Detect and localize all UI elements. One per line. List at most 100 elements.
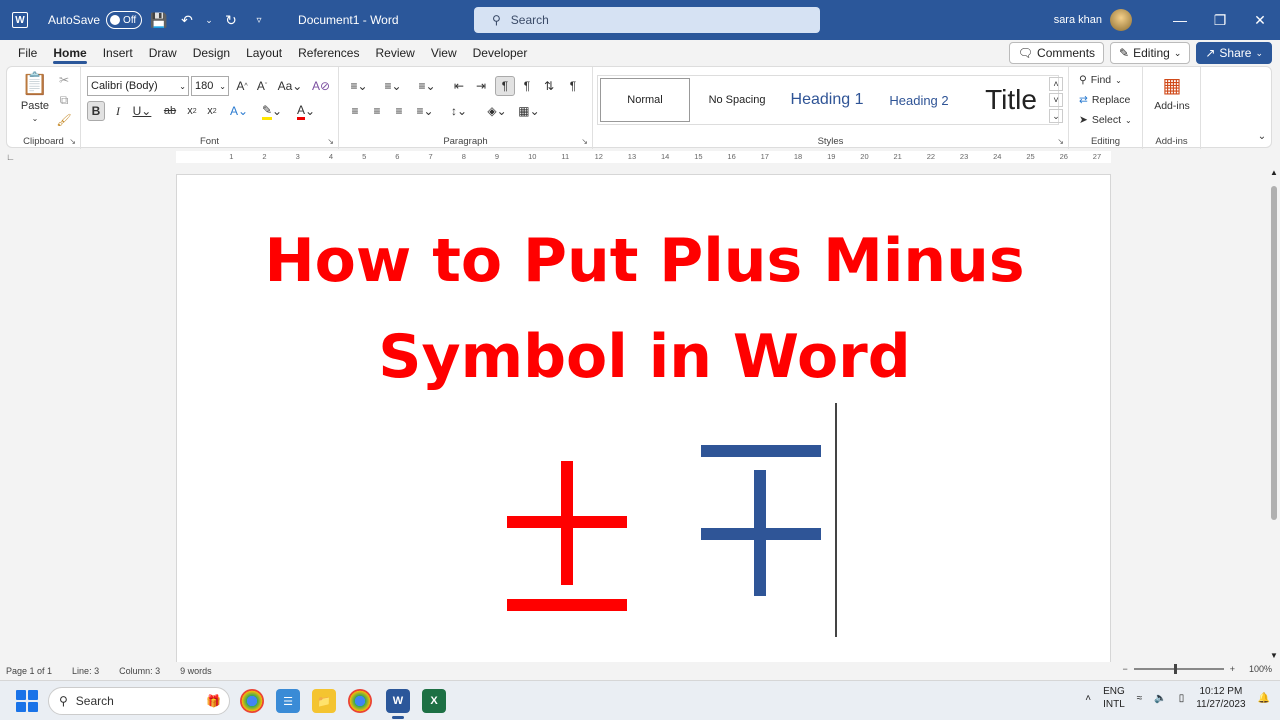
shading-icon[interactable]: ◈⌄ bbox=[483, 101, 511, 121]
clock[interactable]: 10:12 PM 11/27/2023 bbox=[1196, 685, 1245, 711]
styles-more-icon[interactable]: ⌄ bbox=[1049, 109, 1063, 123]
style-title[interactable]: Title bbox=[964, 78, 1058, 122]
zoom-in-icon[interactable]: + bbox=[1230, 664, 1235, 674]
clipboard-launcher-icon[interactable]: ↘ bbox=[69, 137, 76, 146]
tab-home[interactable]: Home bbox=[45, 40, 94, 66]
customize-quick-access-icon[interactable]: ▿ bbox=[248, 15, 270, 26]
font-family-select[interactable]: Calibri (Body) ⌄ bbox=[87, 76, 189, 96]
tab-developer[interactable]: Developer bbox=[465, 40, 536, 66]
addins-icon[interactable]: ▦ bbox=[1159, 73, 1185, 97]
zoom-out-icon[interactable]: − bbox=[1122, 664, 1127, 674]
tab-references[interactable]: References bbox=[290, 40, 367, 66]
sort-icon[interactable]: ⇅ bbox=[539, 76, 559, 96]
paste-button[interactable]: Paste bbox=[15, 99, 55, 113]
windows-start-icon[interactable] bbox=[16, 690, 38, 712]
editing-mode-button[interactable]: ✎ Editing ⌄ bbox=[1110, 42, 1191, 64]
underline-button[interactable]: U⌄ bbox=[129, 101, 155, 121]
strikethrough-button[interactable]: ab bbox=[159, 101, 181, 121]
file-explorer-icon[interactable]: 📁 bbox=[312, 689, 336, 713]
tab-review[interactable]: Review bbox=[367, 40, 422, 66]
select-button[interactable]: ➤ Select ⌄ bbox=[1079, 111, 1141, 129]
borders-icon[interactable]: ▦⌄ bbox=[515, 101, 543, 121]
status-line[interactable]: Line: 3 bbox=[72, 666, 99, 676]
search-box[interactable]: ⚲ Search bbox=[474, 7, 820, 33]
text-effects-icon[interactable]: A⌄ bbox=[225, 101, 253, 121]
word-taskbar-icon[interactable]: W bbox=[386, 689, 410, 713]
autosave-toggle[interactable]: Off bbox=[106, 11, 143, 29]
tab-view[interactable]: View bbox=[423, 40, 465, 66]
restore-icon[interactable]: ❐ bbox=[1200, 12, 1240, 29]
horizontal-ruler[interactable]: 1 2 3 4 5 6 7 8 9 10 11 12 13 14 15 16 17 18 19 20 21 22 23 24 2… bbox=[176, 151, 1111, 163]
tab-draw[interactable]: Draw bbox=[141, 40, 185, 66]
share-button[interactable]: ↗ Share ⌄ bbox=[1196, 42, 1272, 64]
minus-plus-symbol[interactable] bbox=[699, 443, 823, 603]
styles-scroll-up-icon[interactable]: ˄ bbox=[1049, 77, 1063, 91]
font-size-select[interactable]: 180 ⌄ bbox=[191, 76, 229, 96]
style-no-spacing[interactable]: No Spacing bbox=[694, 78, 780, 122]
notifications-icon[interactable]: 🔔 bbox=[1258, 693, 1270, 704]
highlight-icon[interactable]: ✎ ⌄ bbox=[257, 101, 287, 121]
zoom-level[interactable]: 100% bbox=[1249, 664, 1272, 674]
format-painter-icon[interactable]: 🖌 bbox=[55, 111, 73, 129]
style-heading-2[interactable]: Heading 2 bbox=[874, 78, 964, 122]
style-normal[interactable]: Normal bbox=[600, 78, 690, 122]
plus-minus-symbol[interactable] bbox=[505, 459, 629, 615]
tab-selector-icon[interactable]: ∟ bbox=[6, 152, 15, 162]
paragraph-launcher-icon[interactable]: ↘ bbox=[581, 137, 588, 146]
bullets-icon[interactable]: ≡⌄ bbox=[345, 76, 373, 96]
decrease-indent-icon[interactable]: ⇤ bbox=[449, 76, 469, 96]
save-icon[interactable]: 💾 bbox=[148, 12, 170, 29]
increase-indent-icon[interactable]: ⇥ bbox=[471, 76, 491, 96]
scroll-down-icon[interactable]: ▼ bbox=[1270, 651, 1278, 660]
collapse-ribbon-icon[interactable]: ⌄ bbox=[1255, 129, 1269, 143]
paste-dropdown-icon[interactable]: ⌄ bbox=[25, 113, 45, 123]
superscript-button[interactable]: x2 bbox=[203, 101, 221, 121]
chrome-profile-icon[interactable] bbox=[240, 689, 264, 713]
copy-icon[interactable]: ⧉ bbox=[55, 91, 73, 109]
minimize-icon[interactable]: — bbox=[1160, 12, 1200, 28]
replace-button[interactable]: ⇄ Replace bbox=[1079, 91, 1141, 109]
show-hidden-icons-icon[interactable]: ˄ bbox=[1085, 693, 1091, 704]
show-formatting-marks-icon[interactable]: ¶ bbox=[563, 76, 583, 96]
account-name[interactable]: sara khan bbox=[1054, 14, 1102, 26]
input-language[interactable]: ENG INTL bbox=[1103, 685, 1125, 711]
tab-design[interactable]: Design bbox=[185, 40, 238, 66]
line-spacing-icon[interactable]: ↕⌄ bbox=[445, 101, 473, 121]
avatar[interactable] bbox=[1110, 9, 1132, 31]
tab-file[interactable]: File bbox=[10, 40, 45, 66]
comments-button[interactable]: 🗨 Comments bbox=[1008, 42, 1105, 64]
change-case-icon[interactable]: Aa⌄ bbox=[277, 76, 303, 96]
find-button[interactable]: ⚲ Find ⌄ bbox=[1079, 71, 1139, 89]
redo-icon[interactable]: ↻ bbox=[220, 12, 242, 29]
undo-dropdown-icon[interactable]: ⌄ bbox=[204, 15, 214, 26]
grow-font-icon[interactable]: A ^ bbox=[233, 76, 251, 96]
battery-icon[interactable]: ▯ bbox=[1179, 693, 1185, 704]
align-right-icon[interactable]: ≡ bbox=[389, 101, 409, 121]
rtl-text-direction-icon[interactable]: ¶ bbox=[517, 76, 537, 96]
addins-button[interactable]: Add-ins bbox=[1145, 99, 1199, 113]
bold-button[interactable]: B bbox=[87, 101, 105, 121]
document-heading[interactable]: How to Put Plus Minus Symbol in Word bbox=[177, 213, 1112, 405]
excel-icon[interactable]: X bbox=[422, 689, 446, 713]
vertical-scrollbar[interactable]: ▲ ▼ bbox=[1268, 166, 1280, 662]
tab-insert[interactable]: Insert bbox=[95, 40, 141, 66]
scroll-thumb[interactable] bbox=[1271, 186, 1277, 520]
word-app-icon[interactable]: W bbox=[12, 12, 28, 28]
shrink-font-icon[interactable]: Aˇ bbox=[253, 76, 271, 96]
multilevel-list-icon[interactable]: ≡⌄ bbox=[413, 76, 441, 96]
numbering-icon[interactable]: ≡⌄ bbox=[379, 76, 407, 96]
zoom-slider-handle[interactable] bbox=[1173, 664, 1177, 674]
ltr-text-direction-icon[interactable]: ¶ bbox=[495, 76, 515, 96]
document-page[interactable]: How to Put Plus Minus Symbol in Word bbox=[176, 174, 1111, 662]
wifi-icon[interactable]: ≈ bbox=[1137, 693, 1143, 704]
tab-layout[interactable]: Layout bbox=[238, 40, 290, 66]
font-color-icon[interactable]: A ⌄ bbox=[291, 101, 321, 121]
cut-icon[interactable]: ✂ bbox=[55, 71, 73, 89]
chrome-icon[interactable] bbox=[348, 689, 372, 713]
align-center-icon[interactable]: ≡ bbox=[367, 101, 387, 121]
scroll-up-icon[interactable]: ▲ bbox=[1270, 168, 1278, 177]
justify-icon[interactable]: ≡⌄ bbox=[411, 101, 439, 121]
undo-icon[interactable]: ↶ bbox=[176, 12, 198, 29]
volume-icon[interactable]: 🔈 bbox=[1154, 693, 1166, 704]
zoom-slider[interactable] bbox=[1133, 664, 1224, 674]
